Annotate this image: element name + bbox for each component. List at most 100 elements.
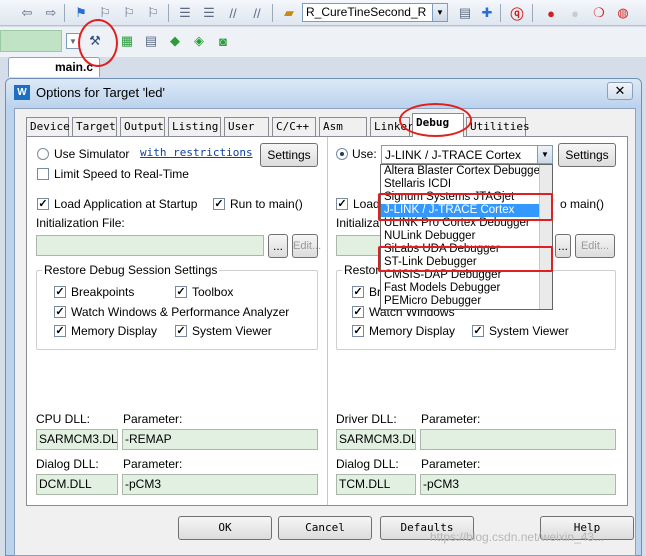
packs-icon[interactable]: ▤	[142, 32, 160, 50]
debugger-option[interactable]: PEMicro Debugger	[381, 295, 552, 308]
driver-param-field[interactable]	[420, 429, 616, 450]
use-debugger-radio[interactable]	[336, 148, 348, 160]
watch-windows-checkbox[interactable]: ✓	[54, 306, 66, 318]
with-restrictions-link[interactable]: with restrictions	[140, 146, 253, 159]
annotation-box-jlink	[378, 193, 553, 221]
right-dialog-dll-label: Dialog DLL:	[336, 457, 399, 471]
dropdown-scrollbar[interactable]	[539, 165, 552, 309]
dialog-param-field[interactable]: -pCM3	[122, 474, 318, 495]
use-simulator-label: Use Simulator	[54, 147, 130, 161]
right-edit-button[interactable]: Edit...	[575, 234, 615, 258]
debugger-dropdown-list[interactable]: Altera Blaster Cortex Debugger Stellaris…	[380, 164, 553, 310]
uncomment-icon[interactable]: //	[248, 4, 266, 22]
right-breakpoints-checkbox[interactable]: ✓	[352, 286, 364, 298]
watch-windows-label: Watch Windows & Performance Analyzer	[71, 305, 290, 319]
open-folder-icon[interactable]: ▰	[280, 4, 298, 22]
app-logo-icon: W	[14, 85, 30, 100]
breakpoint-icon[interactable]: ●	[542, 4, 560, 22]
back-arrow-icon[interactable]: ⇦	[18, 4, 36, 22]
debug-icon[interactable]: ⓠ	[508, 4, 526, 22]
init-file-input[interactable]	[36, 235, 264, 256]
right-memory-display-checkbox[interactable]: ✓	[352, 325, 364, 337]
close-button[interactable]: ✕	[607, 82, 633, 100]
restore-settings-title: Restore Debug Session Settings	[42, 263, 220, 277]
toolbox-label: Toolbox	[192, 285, 234, 299]
load-app-label: Load Application at Startup	[54, 197, 198, 211]
target-name: R_CureTineSecond_R	[306, 5, 427, 19]
system-viewer-checkbox[interactable]: ✓	[175, 325, 187, 337]
right-watch-windows-checkbox[interactable]: ✓	[352, 306, 364, 318]
limit-speed-label: Limit Speed to Real-Time	[54, 167, 189, 181]
comment-icon[interactable]: //	[224, 4, 242, 22]
driver-dll-label: Driver DLL:	[336, 412, 397, 426]
forward-arrow-icon[interactable]: ⇨	[42, 4, 60, 22]
debugger-select[interactable]: J-LINK / J-TRACE Cortex ▼	[381, 145, 553, 164]
tab-device[interactable]: Device	[26, 117, 70, 136]
chevron-down-icon[interactable]: ▼	[537, 146, 552, 163]
tab-utilities[interactable]: Utilities	[466, 117, 530, 136]
breakpoints-label: Breakpoints	[71, 285, 135, 299]
init-file-label: Initialization File:	[36, 216, 125, 230]
right-system-viewer-checkbox[interactable]: ✓	[472, 325, 484, 337]
bookmark-icon[interactable]: ⚑	[72, 4, 90, 22]
file-options-icon[interactable]: ▤	[456, 4, 474, 22]
boat-icon[interactable]: ◈	[190, 32, 208, 50]
right-browse-button[interactable]: ...	[555, 234, 571, 258]
memory-display-checkbox[interactable]: ✓	[54, 325, 66, 337]
use-simulator-radio[interactable]	[37, 148, 49, 160]
cpu-param-field[interactable]: -REMAP	[122, 429, 318, 450]
annotation-circle-debug-tab	[399, 103, 472, 137]
debugger-option[interactable]: Stellaris ICDI	[381, 178, 552, 191]
target-select[interactable]: R_CureTineSecond_R ▼	[302, 3, 448, 22]
load-app-checkbox[interactable]: ✓	[37, 198, 49, 210]
dialog-dll-field[interactable]: DCM.DLL	[36, 474, 118, 495]
annotation-circle-wand	[78, 19, 118, 67]
toolbar-separator	[168, 4, 169, 22]
right-load-app-checkbox[interactable]: ✓	[336, 198, 348, 210]
tab-asm[interactable]: Asm	[319, 117, 367, 136]
kill-breakpoints-icon[interactable]: ❍	[590, 4, 608, 22]
right-dialog-param-field[interactable]: -pCM3	[420, 474, 616, 495]
bookmark-next-icon[interactable]: ⚐	[120, 4, 138, 22]
ok-button[interactable]: OK	[178, 516, 272, 540]
limit-speed-checkbox[interactable]	[37, 168, 49, 180]
debugger-option[interactable]: NULink Debugger	[381, 230, 552, 243]
manage-components-icon[interactable]: ▦	[118, 32, 136, 50]
layers-icon[interactable]: ◙	[214, 32, 232, 50]
annotation-box-stlink	[378, 246, 553, 272]
enable-breakpoints-icon[interactable]: ◍	[614, 4, 632, 22]
right-dialog-dll-field[interactable]: TCM.DLL	[336, 474, 416, 495]
run-to-main-checkbox[interactable]: ✓	[213, 198, 225, 210]
driver-dll-field[interactable]: SARMCM3.DLL	[336, 429, 416, 450]
tab-user[interactable]: User	[224, 117, 269, 136]
breakpoint-disabled-icon[interactable]: ●	[566, 4, 584, 22]
debugger-option[interactable]: Fast Models Debugger	[381, 282, 552, 295]
chevron-down-icon[interactable]: ▼	[432, 4, 447, 21]
tab-output[interactable]: Output	[120, 117, 165, 136]
tab-cpp[interactable]: C/C++	[272, 117, 316, 136]
tab-listing[interactable]: Listing	[168, 117, 221, 136]
run-to-main-label: Run to main()	[230, 197, 303, 211]
cpu-dll-field[interactable]: SARMCM3.DLL	[36, 429, 118, 450]
breakpoints-checkbox[interactable]: ✓	[54, 286, 66, 298]
dialog-param-label: Parameter:	[123, 457, 183, 471]
debugger-settings-button[interactable]: Settings	[558, 143, 616, 167]
cancel-button[interactable]: Cancel	[278, 516, 372, 540]
unindent-icon[interactable]: ☰	[200, 4, 218, 22]
bookmark-clear-icon[interactable]: ⚐	[144, 4, 162, 22]
right-init-file-label: Initializa	[336, 216, 380, 230]
tab-target[interactable]: Target	[72, 117, 117, 136]
diamond-icon[interactable]: ◆	[166, 32, 184, 50]
debugger-option[interactable]: Altera Blaster Cortex Debugger	[381, 165, 552, 178]
simulator-settings-button[interactable]: Settings	[260, 143, 318, 167]
toolbox-checkbox[interactable]: ✓	[175, 286, 187, 298]
toolbar-separator	[272, 4, 273, 22]
indent-icon[interactable]: ☰	[176, 4, 194, 22]
cpu-param-label: Parameter:	[123, 412, 183, 426]
cpu-dll-label: CPU DLL:	[36, 412, 91, 426]
right-init-file-input[interactable]	[336, 235, 382, 256]
update-icon[interactable]: ✚	[478, 4, 496, 22]
browse-button[interactable]: ...	[268, 234, 288, 258]
toolbar-strip	[0, 30, 62, 52]
edit-button[interactable]: Edit...	[292, 234, 321, 258]
